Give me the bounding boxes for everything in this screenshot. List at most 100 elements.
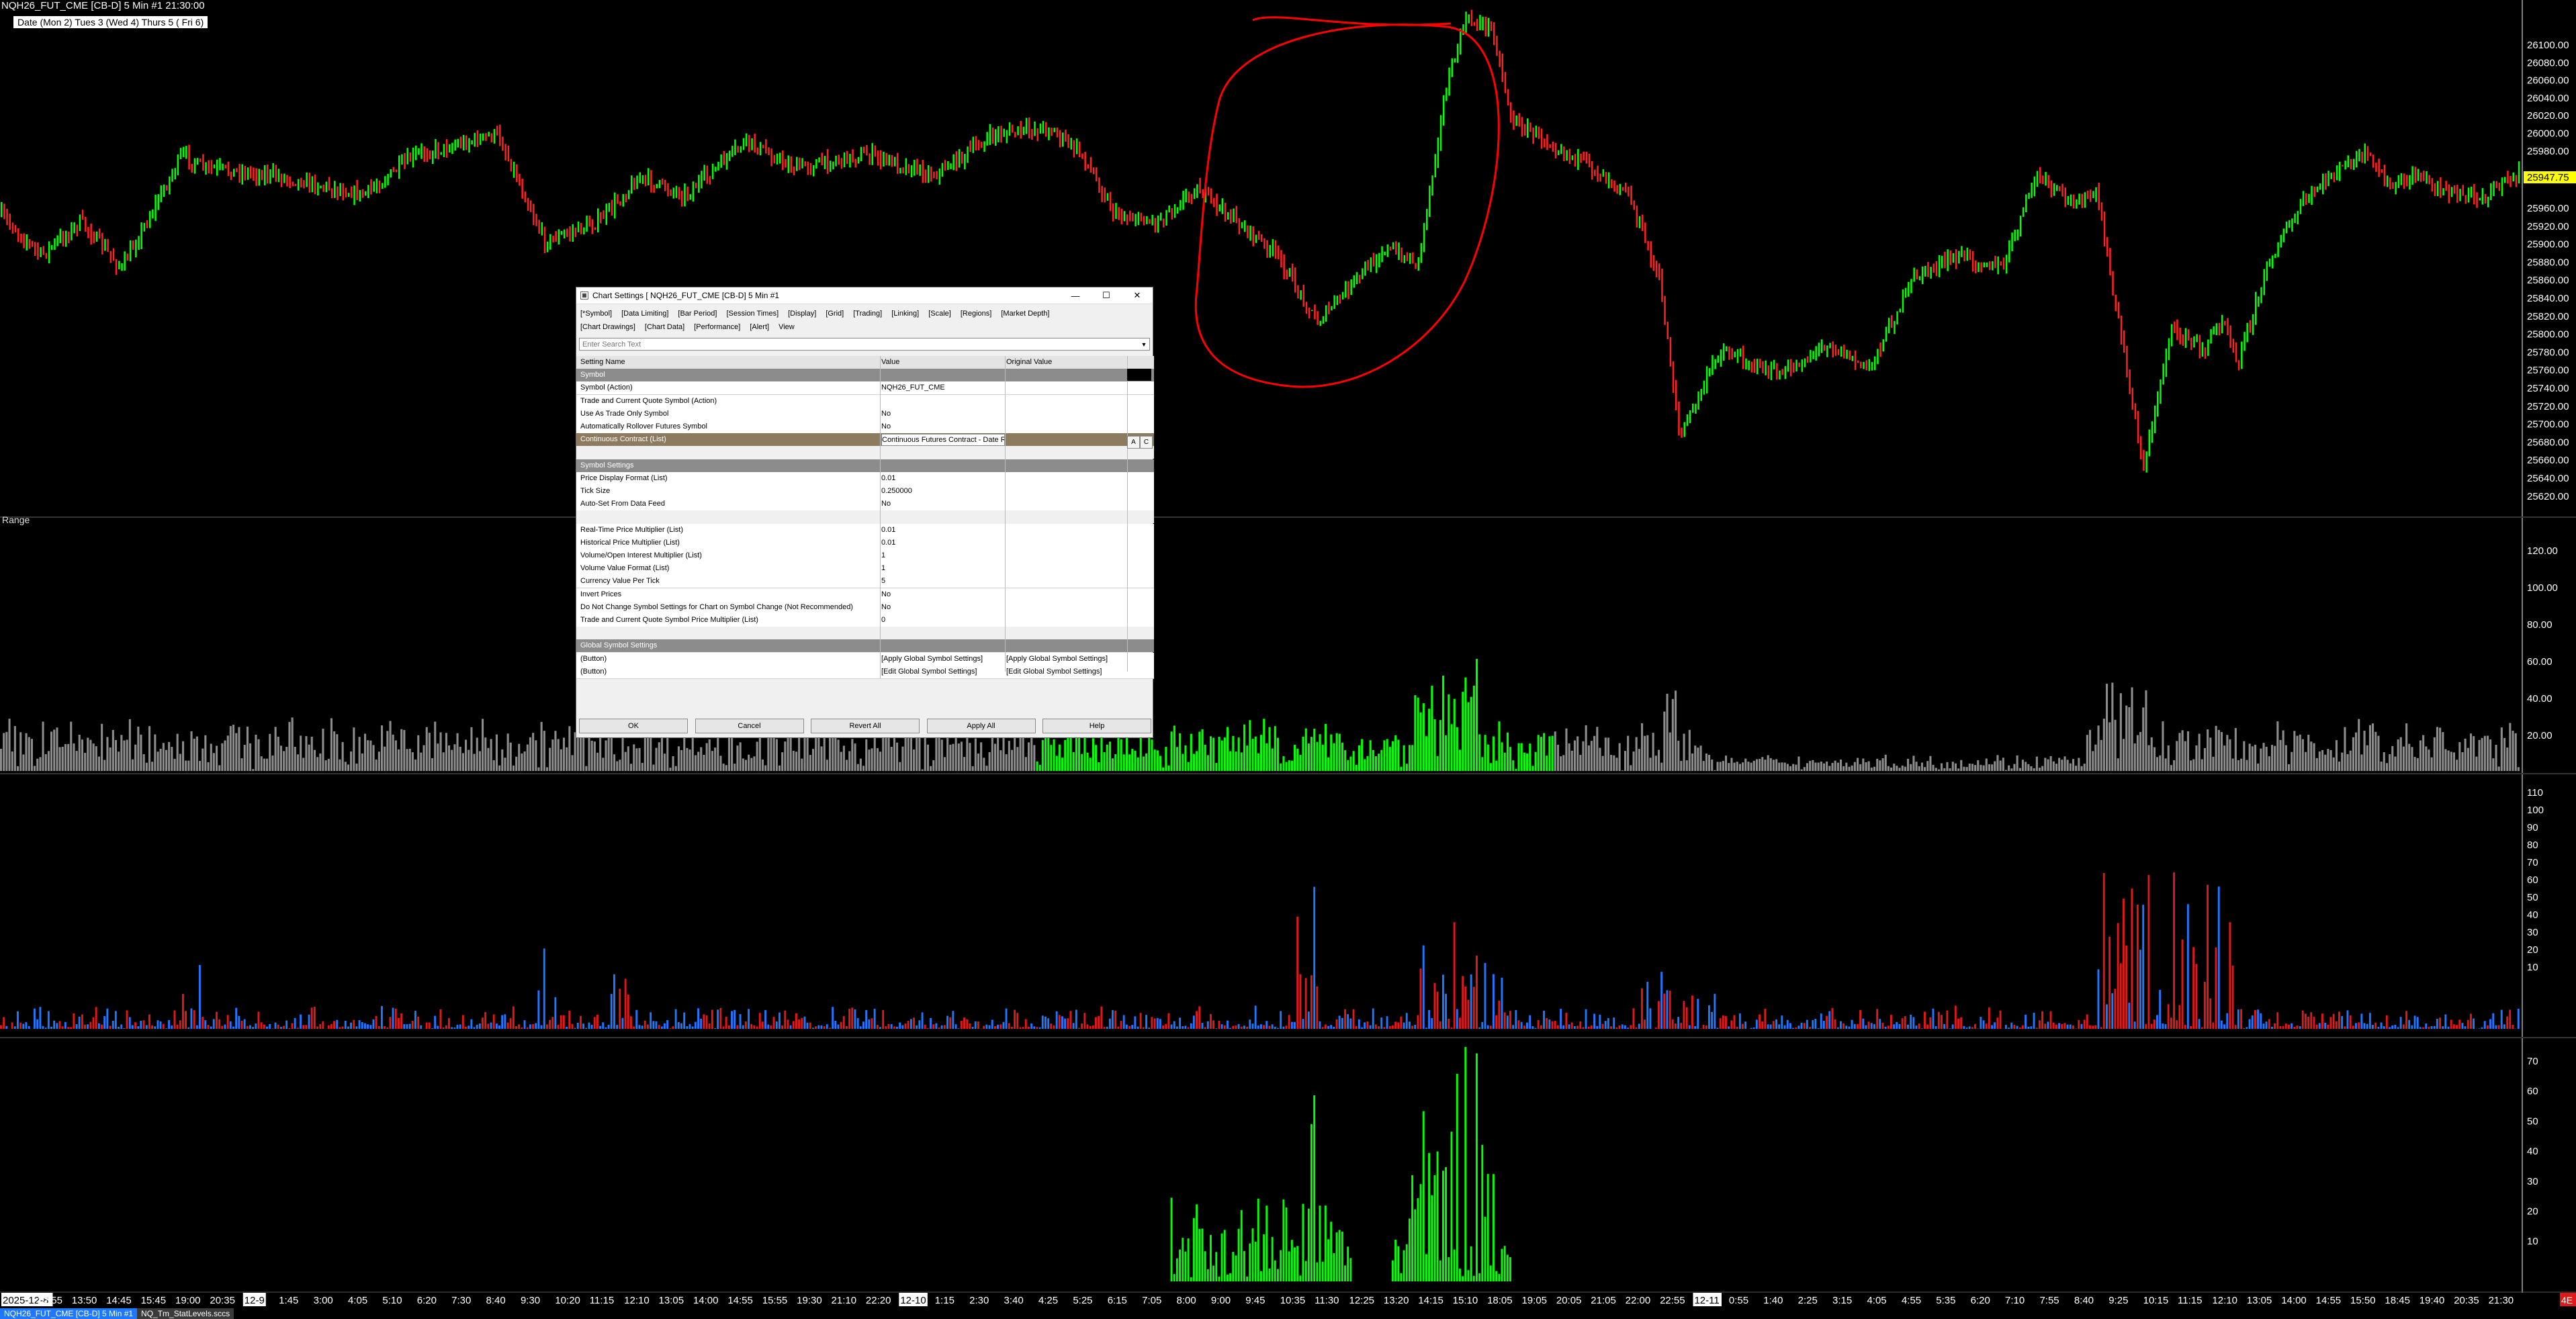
price-bar	[2232, 338, 2235, 353]
settings-tab[interactable]: [Display]	[788, 310, 816, 318]
time-tick-label: 4:05	[1867, 1295, 1886, 1306]
chartbook-tab[interactable]: NQ_Tm_StatLevels.sccs	[137, 1308, 234, 1319]
grid-row[interactable]: Trade and Current Quote Symbol (Action)	[576, 394, 1154, 408]
price-bar	[2086, 190, 2089, 199]
dialog-titlebar[interactable]: ▦ Chart Settings [ NQH26_FUT_CME [CB-D] …	[576, 287, 1153, 304]
grid-row[interactable]: Price Display Format (List) 0.01	[576, 471, 1154, 486]
grid-row[interactable]: Currency Value Per Tick 5	[576, 575, 1154, 589]
search-input[interactable]	[580, 339, 1139, 349]
grid-row[interactable]: Symbol (Action) NQH26_FUT_CME	[576, 381, 1154, 396]
settings-tab[interactable]: [*Symbol]	[580, 310, 612, 318]
volume-bar	[859, 1026, 862, 1029]
settings-tab[interactable]: [Scale]	[928, 310, 951, 318]
settings-tab[interactable]: [Chart Data]	[645, 323, 684, 331]
volume-bar	[2231, 965, 2234, 1029]
study-bar	[1190, 1277, 1192, 1281]
list-c-button[interactable]: C	[1140, 436, 1153, 449]
help-button[interactable]: Help	[1042, 719, 1151, 733]
price-bar	[1006, 130, 1008, 144]
settings-tab[interactable]: [Session Times]	[726, 310, 779, 318]
price-bar	[1017, 126, 1019, 136]
volume-bar	[1476, 955, 1478, 1029]
grid-row[interactable]: Historical Price Multiplier (List) 0.01	[576, 536, 1154, 550]
settings-tab[interactable]: [Chart Drawings]	[580, 323, 635, 331]
volume-bar	[1879, 1019, 1881, 1029]
grid-cell: Volume Value Format (List)	[580, 562, 881, 576]
range-bar	[1683, 733, 1685, 771]
settings-tab[interactable]: [Performance]	[694, 323, 740, 331]
price-bar	[1252, 226, 1254, 246]
maximize-button[interactable]: ☐	[1091, 290, 1122, 301]
grid-row[interactable]: (Button) [Apply Global Symbol Settings] [A…	[576, 652, 1154, 666]
volume-bar	[484, 1011, 487, 1029]
apply-all-button[interactable]: Apply All	[926, 719, 1036, 733]
grid-row[interactable]: Auto-Set From Data Feed No	[576, 498, 1154, 512]
volume-bar	[2192, 947, 2195, 1029]
chartbook-tab[interactable]: NQH26_FUT_CME [CB-D] 5 Min #1	[0, 1308, 138, 1319]
settings-tab[interactable]: [Data Limiting]	[621, 310, 668, 318]
range-bar	[1971, 764, 1973, 771]
range-bar	[2509, 723, 2512, 771]
grid-row[interactable]: Trade and Current Quote Symbol Price Mul…	[576, 614, 1154, 627]
grid-row[interactable]: Tick Size 0.250000	[576, 485, 1154, 498]
grid-row[interactable]: Invert Prices No	[576, 588, 1154, 602]
range-bar	[2231, 758, 2234, 771]
chart-settings-dialog[interactable]: ▦ Chart Settings [ NQH26_FUT_CME [CB-D] …	[576, 287, 1154, 738]
price-bar	[157, 194, 159, 210]
grid-row[interactable]: Automatically Rollover Futures Symbol No	[576, 420, 1154, 434]
settings-tab[interactable]: [Bar Period]	[678, 310, 717, 318]
circle-annotation[interactable]	[1194, 16, 1500, 388]
volume-bar	[165, 1028, 167, 1029]
grid-row[interactable]: Volume Value Format (List) 1	[576, 562, 1154, 576]
volume-bar	[985, 1024, 988, 1029]
volume-bar	[1708, 1005, 1710, 1029]
price-bar	[1048, 127, 1050, 140]
minimize-button[interactable]: —	[1060, 291, 1091, 301]
close-button[interactable]: ✕	[1122, 290, 1153, 301]
settings-tab[interactable]: [Market Depth]	[1001, 310, 1049, 318]
cancel-button[interactable]: Cancel	[695, 719, 804, 733]
grid-row[interactable]: Volume/Open Interest Multiplier (List) 1	[576, 549, 1154, 563]
grid-row[interactable]: Use As Trade Only Symbol No	[576, 407, 1154, 421]
price-bar	[177, 154, 179, 175]
grid-cell: Continuous Futures Contract - Date Rule …	[881, 434, 1005, 447]
volume-bar	[2257, 1009, 2259, 1029]
settings-tab[interactable]: [Trading]	[853, 310, 882, 318]
volume-bar	[1772, 1021, 1775, 1029]
price-bar	[1630, 185, 1632, 206]
settings-tab[interactable]: [Alert]	[750, 323, 769, 331]
list-a-button[interactable]: A	[1127, 436, 1140, 449]
grid-cell: No	[881, 422, 891, 430]
volume-bar	[1263, 1025, 1265, 1029]
grid-row[interactable]: Real-Time Price Multiplier (List) 0.01	[576, 523, 1154, 537]
study-bar	[1271, 1236, 1274, 1281]
volume-bar	[58, 1021, 61, 1029]
volume-bar	[2173, 872, 2175, 1029]
revert-all-button[interactable]: Revert All	[811, 719, 920, 733]
chart-canvas[interactable]: 26100.0026080.0026060.0026040.0026020.00…	[0, 0, 2576, 1319]
volume-bar	[1419, 968, 1422, 1029]
range-bar	[2052, 761, 2055, 771]
grid-row[interactable]: (Button) [Edit Global Symbol Settings] [Ed…	[576, 665, 1154, 679]
study-bar	[1218, 1276, 1220, 1281]
search-box[interactable]: ▼	[579, 338, 1150, 351]
volume-bar	[1638, 1024, 1640, 1029]
volume-bar	[1982, 1020, 1985, 1029]
price-bar	[1868, 359, 1871, 371]
chevron-down-icon[interactable]: ▼	[1139, 341, 1149, 348]
grid-row[interactable]: Continuous Contract (List) Continuous Fut…	[576, 433, 1154, 447]
range-bar	[694, 755, 697, 771]
settings-tab[interactable]: [Linking]	[891, 310, 919, 318]
volume-bar	[1159, 1019, 1161, 1029]
settings-tab[interactable]: View	[779, 323, 795, 331]
settings-tab[interactable]: [Regions]	[961, 310, 991, 318]
volume-bar	[1257, 1026, 1259, 1029]
volume-bar	[442, 1028, 445, 1029]
grid-row[interactable]: Do Not Change Symbol Settings for Chart …	[576, 600, 1154, 615]
volume-bar	[1803, 1023, 1806, 1029]
ok-button[interactable]: OK	[579, 719, 688, 733]
range-bar	[2176, 741, 2178, 771]
study-bar	[1453, 1249, 1456, 1281]
settings-tab[interactable]: [Grid]	[826, 310, 844, 318]
volume-bar	[2147, 874, 2150, 1029]
